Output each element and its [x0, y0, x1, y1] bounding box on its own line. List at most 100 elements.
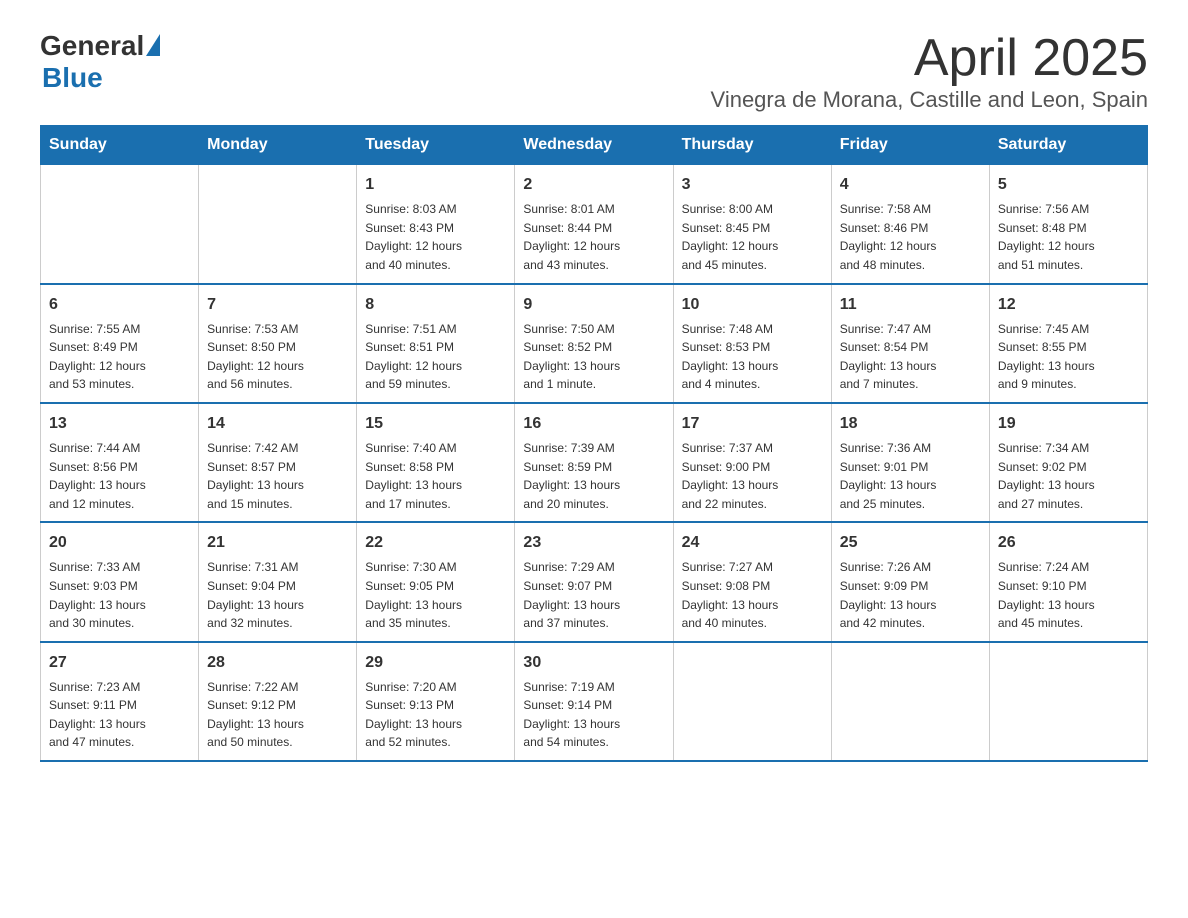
calendar-cell: 23 Sunrise: 7:29 AM Sunset: 9:07 PM Dayli… — [515, 522, 673, 641]
day-info: Sunrise: 7:44 AM Sunset: 8:56 PM Dayligh… — [49, 439, 190, 513]
calendar-cell: 27 Sunrise: 7:23 AM Sunset: 9:11 PM Dayli… — [41, 642, 199, 761]
calendar-cell: 8 Sunrise: 7:51 AM Sunset: 8:51 PM Daylig… — [357, 284, 515, 403]
calendar-cell: 29Sunrise: 7:20 AM Sunset: 9:13 PM Dayli… — [357, 642, 515, 761]
day-info: Sunrise: 7:47 AM Sunset: 8:54 PM Dayligh… — [840, 320, 981, 394]
day-number: 23 — [523, 531, 664, 555]
day-number: 29 — [365, 651, 506, 675]
day-number: 27 — [49, 651, 190, 675]
day-info: Sunrise: 7:31 AM Sunset: 9:04 PM Dayligh… — [207, 558, 348, 632]
calendar-cell — [989, 642, 1147, 761]
day-info: Sunrise: 7:55 AM Sunset: 8:49 PM Dayligh… — [49, 320, 190, 394]
calendar-week-row: 6 Sunrise: 7:55 AM Sunset: 8:49 PM Daylig… — [41, 284, 1148, 403]
calendar-header: SundayMondayTuesdayWednesdayThursdayFrid… — [41, 126, 1148, 165]
day-number: 4 — [840, 173, 981, 197]
day-number: 21 — [207, 531, 348, 555]
calendar-cell: 16Sunrise: 7:39 AM Sunset: 8:59 PM Dayli… — [515, 403, 673, 522]
calendar-cell — [831, 642, 989, 761]
day-number: 9 — [523, 293, 664, 317]
calendar-cell: 26Sunrise: 7:24 AM Sunset: 9:10 PM Dayli… — [989, 522, 1147, 641]
day-info: Sunrise: 8:00 AM Sunset: 8:45 PM Dayligh… — [682, 200, 823, 274]
calendar-cell — [673, 642, 831, 761]
day-number: 17 — [682, 412, 823, 436]
calendar-cell: 11 Sunrise: 7:47 AM Sunset: 8:54 PM Dayli… — [831, 284, 989, 403]
weekday-header-row: SundayMondayTuesdayWednesdayThursdayFrid… — [41, 126, 1148, 165]
weekday-header-friday: Friday — [831, 126, 989, 165]
calendar-cell: 3 Sunrise: 8:00 AM Sunset: 8:45 PM Daylig… — [673, 165, 831, 284]
day-info: Sunrise: 7:37 AM Sunset: 9:00 PM Dayligh… — [682, 439, 823, 513]
calendar-table: SundayMondayTuesdayWednesdayThursdayFrid… — [40, 125, 1148, 762]
day-number: 24 — [682, 531, 823, 555]
calendar-cell: 7 Sunrise: 7:53 AM Sunset: 8:50 PM Daylig… — [199, 284, 357, 403]
calendar-cell: 2 Sunrise: 8:01 AM Sunset: 8:44 PM Daylig… — [515, 165, 673, 284]
weekday-header-wednesday: Wednesday — [515, 126, 673, 165]
day-info: Sunrise: 7:29 AM Sunset: 9:07 PM Dayligh… — [523, 558, 664, 632]
calendar-cell: 1Sunrise: 8:03 AM Sunset: 8:43 PM Daylig… — [357, 165, 515, 284]
calendar-cell: 24 Sunrise: 7:27 AM Sunset: 9:08 PM Dayli… — [673, 522, 831, 641]
day-info: Sunrise: 7:30 AM Sunset: 9:05 PM Dayligh… — [365, 558, 506, 632]
day-info: Sunrise: 7:33 AM Sunset: 9:03 PM Dayligh… — [49, 558, 190, 632]
calendar-cell: 14Sunrise: 7:42 AM Sunset: 8:57 PM Dayli… — [199, 403, 357, 522]
calendar-body: 1Sunrise: 8:03 AM Sunset: 8:43 PM Daylig… — [41, 165, 1148, 761]
calendar-cell: 17 Sunrise: 7:37 AM Sunset: 9:00 PM Dayli… — [673, 403, 831, 522]
day-number: 8 — [365, 293, 506, 317]
day-number: 10 — [682, 293, 823, 317]
day-number: 6 — [49, 293, 190, 317]
calendar-week-row: 20 Sunrise: 7:33 AM Sunset: 9:03 PM Dayli… — [41, 522, 1148, 641]
day-number: 13 — [49, 412, 190, 436]
calendar-week-row: 1Sunrise: 8:03 AM Sunset: 8:43 PM Daylig… — [41, 165, 1148, 284]
logo-general-text: General — [40, 30, 144, 62]
day-info: Sunrise: 7:23 AM Sunset: 9:11 PM Dayligh… — [49, 678, 190, 752]
calendar-cell: 5Sunrise: 7:56 AM Sunset: 8:48 PM Daylig… — [989, 165, 1147, 284]
day-number: 19 — [998, 412, 1139, 436]
title-block: April 2025 Vinegra de Morana, Castille a… — [711, 30, 1148, 113]
day-info: Sunrise: 7:48 AM Sunset: 8:53 PM Dayligh… — [682, 320, 823, 394]
day-info: Sunrise: 7:24 AM Sunset: 9:10 PM Dayligh… — [998, 558, 1139, 632]
day-info: Sunrise: 7:22 AM Sunset: 9:12 PM Dayligh… — [207, 678, 348, 752]
calendar-cell: 30 Sunrise: 7:19 AM Sunset: 9:14 PM Dayli… — [515, 642, 673, 761]
day-number: 20 — [49, 531, 190, 555]
day-info: Sunrise: 7:36 AM Sunset: 9:01 PM Dayligh… — [840, 439, 981, 513]
day-number: 7 — [207, 293, 348, 317]
calendar-cell: 28 Sunrise: 7:22 AM Sunset: 9:12 PM Dayli… — [199, 642, 357, 761]
calendar-cell: 15Sunrise: 7:40 AM Sunset: 8:58 PM Dayli… — [357, 403, 515, 522]
day-number: 5 — [998, 173, 1139, 197]
day-number: 28 — [207, 651, 348, 675]
day-number: 3 — [682, 173, 823, 197]
day-info: Sunrise: 8:03 AM Sunset: 8:43 PM Dayligh… — [365, 200, 506, 274]
day-info: Sunrise: 7:45 AM Sunset: 8:55 PM Dayligh… — [998, 320, 1139, 394]
calendar-cell — [41, 165, 199, 284]
weekday-header-monday: Monday — [199, 126, 357, 165]
day-info: Sunrise: 7:51 AM Sunset: 8:51 PM Dayligh… — [365, 320, 506, 394]
calendar-cell: 20 Sunrise: 7:33 AM Sunset: 9:03 PM Dayli… — [41, 522, 199, 641]
day-info: Sunrise: 7:19 AM Sunset: 9:14 PM Dayligh… — [523, 678, 664, 752]
calendar-cell — [199, 165, 357, 284]
logo: General Blue — [40, 30, 160, 94]
calendar-cell: 4Sunrise: 7:58 AM Sunset: 8:46 PM Daylig… — [831, 165, 989, 284]
day-number: 15 — [365, 412, 506, 436]
day-number: 2 — [523, 173, 664, 197]
weekday-header-tuesday: Tuesday — [357, 126, 515, 165]
day-number: 12 — [998, 293, 1139, 317]
day-info: Sunrise: 7:26 AM Sunset: 9:09 PM Dayligh… — [840, 558, 981, 632]
calendar-cell: 9Sunrise: 7:50 AM Sunset: 8:52 PM Daylig… — [515, 284, 673, 403]
day-number: 16 — [523, 412, 664, 436]
day-info: Sunrise: 7:27 AM Sunset: 9:08 PM Dayligh… — [682, 558, 823, 632]
day-number: 25 — [840, 531, 981, 555]
month-title: April 2025 — [711, 30, 1148, 87]
day-info: Sunrise: 7:53 AM Sunset: 8:50 PM Dayligh… — [207, 320, 348, 394]
header: General Blue April 2025 Vinegra de Moran… — [40, 30, 1148, 113]
day-info: Sunrise: 8:01 AM Sunset: 8:44 PM Dayligh… — [523, 200, 664, 274]
calendar-week-row: 13 Sunrise: 7:44 AM Sunset: 8:56 PM Dayli… — [41, 403, 1148, 522]
location-title: Vinegra de Morana, Castille and Leon, Sp… — [711, 87, 1148, 113]
calendar-cell: 18 Sunrise: 7:36 AM Sunset: 9:01 PM Dayli… — [831, 403, 989, 522]
day-number: 11 — [840, 293, 981, 317]
calendar-cell: 25 Sunrise: 7:26 AM Sunset: 9:09 PM Dayli… — [831, 522, 989, 641]
weekday-header-sunday: Sunday — [41, 126, 199, 165]
calendar-cell: 6 Sunrise: 7:55 AM Sunset: 8:49 PM Daylig… — [41, 284, 199, 403]
day-info: Sunrise: 7:42 AM Sunset: 8:57 PM Dayligh… — [207, 439, 348, 513]
logo-blue-text: Blue — [42, 62, 103, 94]
calendar-cell: 10 Sunrise: 7:48 AM Sunset: 8:53 PM Dayli… — [673, 284, 831, 403]
day-number: 30 — [523, 651, 664, 675]
day-number: 22 — [365, 531, 506, 555]
day-number: 18 — [840, 412, 981, 436]
